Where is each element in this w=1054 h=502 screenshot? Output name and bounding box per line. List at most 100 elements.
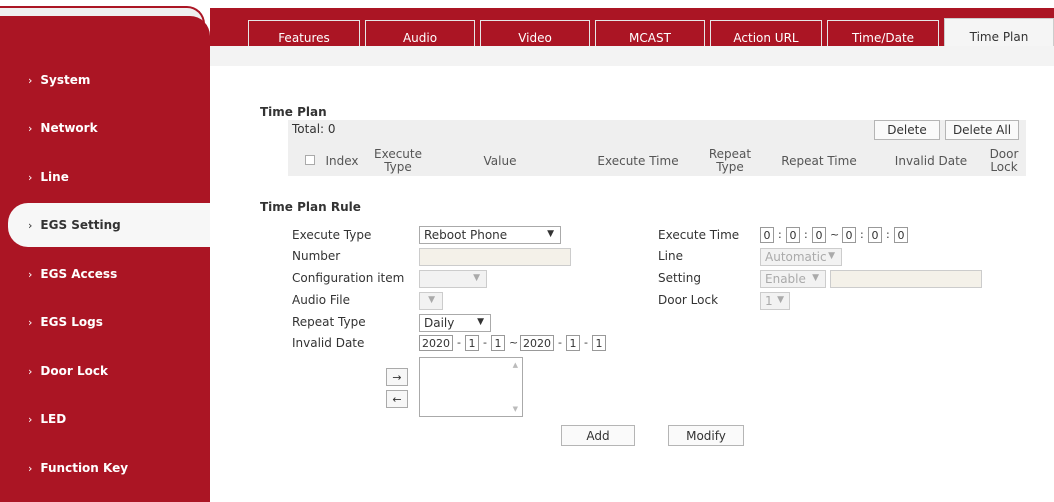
number-label: Number [292,249,341,263]
select-all-checkbox[interactable] [305,155,315,165]
repeat-type-select[interactable]: Daily ▼ [419,314,491,332]
add-button[interactable]: Add [561,425,635,446]
invalid-date-label: Invalid Date [292,336,365,350]
invalid-end-year[interactable]: 2020 [520,335,554,351]
sidebar-item-door-lock[interactable]: › Door Lock [0,349,210,393]
column-header: Index [325,154,359,168]
door-lock-label: Door Lock [658,293,719,307]
end-hour-input[interactable]: 0 [842,227,856,243]
sidebar-item-label: Function Key [40,461,129,475]
chevron-right-icon: › [28,412,33,426]
invalid-start-month[interactable]: 1 [465,335,479,351]
tab-bar: Features Audio Video MCAST Action URL Ti… [210,8,1054,54]
repeat-type-label: Repeat Type [292,315,366,329]
end-minute-input[interactable]: 0 [868,227,882,243]
total-count: Total: 0 [292,122,336,136]
time-separator: : [778,228,782,241]
chevron-right-icon: › [28,218,33,232]
scroll-up-icon[interactable]: ▲ [513,361,518,369]
column-header: Invalid Date [894,154,968,168]
dropdown-arrow-icon: ▼ [477,317,484,327]
chevron-right-icon: › [28,170,33,184]
sidebar-item-egs-access[interactable]: › EGS Access [0,252,210,296]
time-separator: : [886,228,890,241]
execute-time-label: Execute Time [658,228,740,242]
chevron-right-icon: › [28,461,33,475]
column-header: Execute Type [374,147,422,174]
column-header: Repeat Time [781,154,857,168]
move-right-button[interactable]: → [386,368,408,386]
column-header: Execute Time [597,154,679,168]
dropdown-arrow-icon: ▼ [777,295,784,305]
start-minute-input[interactable]: 0 [786,227,800,243]
sidebar-item-egs-setting[interactable]: › EGS Setting [8,203,210,247]
start-second-input[interactable]: 0 [812,227,826,243]
modify-button[interactable]: Modify [668,425,744,446]
sidebar-item-label: LED [40,412,67,426]
range-separator: ~ [830,228,840,241]
date-separator: - [584,336,588,349]
line-label: Line [658,249,684,263]
chevron-right-icon: › [28,121,33,135]
sidebar-top-red [0,16,210,46]
sidebar-item-line[interactable]: › Line [0,155,210,199]
scroll-down-icon[interactable]: ▼ [513,405,518,413]
door-lock-select[interactable]: 1 ▼ [760,292,790,310]
selected-items-listbox[interactable]: ▲ ▼ [419,357,523,417]
setting-label: Setting [658,271,701,285]
sidebar-item-label: Line [40,170,69,184]
time-separator: : [860,228,864,241]
repeat-type-value: Daily [424,316,455,330]
top-band [210,0,1054,8]
column-header: Door Lock [989,147,1019,174]
time-plan-rule-title: Time Plan Rule [260,200,361,214]
invalid-start-year[interactable]: 2020 [419,335,453,351]
sidebar-item-label: System [40,73,91,87]
line-select[interactable]: Automatic ▼ [760,248,842,266]
chevron-right-icon: › [28,364,33,378]
sidebar-item-network[interactable]: › Network [0,106,210,150]
date-separator: - [483,336,487,349]
sidebar-item-label: EGS Logs [40,315,103,329]
invalid-end-month[interactable]: 1 [566,335,580,351]
audio-file-select[interactable]: ▼ [419,292,443,310]
chevron-right-icon: › [28,73,33,87]
time-plan-title: Time Plan [260,105,327,119]
configuration-item-select[interactable]: ▼ [419,270,487,288]
column-header: Value [483,154,517,168]
number-input[interactable] [419,248,571,266]
sidebar-item-led[interactable]: › LED [0,397,210,441]
sidebar-item-label: Network [40,121,98,135]
sidebar-item-egs-logs[interactable]: › EGS Logs [0,300,210,344]
delete-all-button[interactable]: Delete All [945,120,1019,140]
setting-select[interactable]: Enable ▼ [760,270,826,288]
door-lock-value: 1 [765,294,773,308]
sidebar-item-function-key[interactable]: › Function Key [0,446,210,490]
setting-value: Enable [765,272,806,286]
chevron-right-icon: › [28,267,33,281]
dropdown-arrow-icon: ▼ [428,295,435,305]
start-hour-input[interactable]: 0 [760,227,774,243]
main-content: Time Plan Total: 0 Delete Delete All Ind… [210,46,1054,502]
column-header: Repeat Type [708,147,752,174]
dropdown-arrow-icon: ▼ [547,229,554,239]
execute-type-label: Execute Type [292,228,372,242]
line-value: Automatic [765,250,827,264]
setting-input[interactable] [830,270,982,288]
invalid-start-day[interactable]: 1 [491,335,505,351]
move-left-button[interactable]: ← [386,390,408,408]
invalid-end-day[interactable]: 1 [592,335,606,351]
configuration-item-label: Configuration item [292,271,405,285]
time-separator: : [804,228,808,241]
delete-button[interactable]: Delete [874,120,940,140]
content-shade [210,46,1054,66]
end-second-input[interactable]: 0 [894,227,908,243]
execute-type-value: Reboot Phone [424,228,508,242]
date-separator: - [558,336,562,349]
sidebar-item-label: Door Lock [40,364,108,378]
sidebar: › System › Network › Line › EGS Setting › EGS… [0,0,210,502]
dropdown-arrow-icon: ▼ [828,251,835,261]
execute-type-select[interactable]: Reboot Phone ▼ [419,226,561,244]
sidebar-item-system[interactable]: › System [0,58,210,102]
sidebar-item-label: EGS Access [40,267,118,281]
